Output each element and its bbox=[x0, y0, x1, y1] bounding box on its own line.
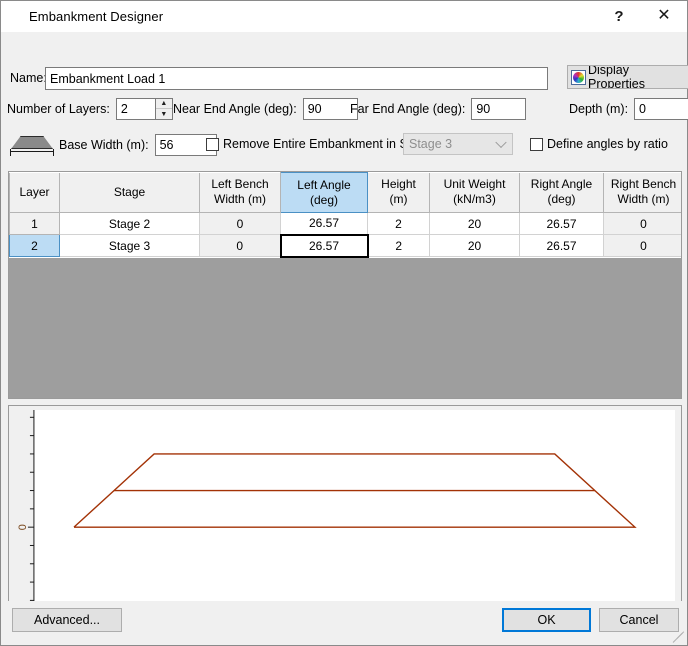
name-input[interactable] bbox=[45, 67, 548, 90]
close-button[interactable]: ✕ bbox=[641, 1, 687, 31]
table-cell-left_angle[interactable]: 26.57 bbox=[281, 235, 368, 257]
display-properties-label: Display Properties bbox=[588, 65, 688, 89]
title-bar: Embankment Designer ? ✕ bbox=[1, 1, 687, 32]
cancel-button[interactable]: Cancel bbox=[599, 608, 679, 632]
name-label: Name: bbox=[10, 71, 47, 85]
table-header-cell[interactable]: Right BenchWidth (m) bbox=[604, 173, 683, 213]
table-body: 1Stage 2026.5722026.5702Stage 3026.57220… bbox=[10, 213, 683, 257]
far-end-angle-group: Far End Angle (deg): bbox=[350, 98, 526, 120]
depth-label: Depth (m): bbox=[569, 102, 628, 116]
y-tick-label: 0 bbox=[17, 524, 29, 530]
ok-button[interactable]: OK bbox=[502, 608, 591, 632]
define-ratio-checkbox[interactable] bbox=[530, 138, 543, 151]
color-wheel-icon bbox=[571, 70, 586, 85]
table-header-cell[interactable]: Stage bbox=[60, 173, 200, 213]
layers-table-container[interactable]: LayerStageLeft BenchWidth (m)Left Angle(… bbox=[8, 171, 682, 399]
help-button[interactable]: ? bbox=[597, 1, 641, 31]
depth-group: Depth (m): bbox=[569, 98, 688, 120]
close-icon: ✕ bbox=[657, 8, 670, 24]
number-of-layers-stepper[interactable]: ▲ ▼ bbox=[116, 98, 173, 120]
layers-table: LayerStageLeft BenchWidth (m)Left Angle(… bbox=[9, 172, 682, 258]
table-cell-unit_weight[interactable]: 20 bbox=[430, 213, 520, 235]
stepper-buttons[interactable]: ▲ ▼ bbox=[156, 98, 173, 120]
far-end-angle-label: Far End Angle (deg): bbox=[350, 102, 465, 116]
remove-embankment-checkbox[interactable] bbox=[206, 138, 219, 151]
stage-dropdown[interactable]: Stage 3 bbox=[403, 133, 513, 155]
table-cell-stage[interactable]: Stage 3 bbox=[60, 235, 200, 257]
table-header-cell[interactable]: Right Angle(deg) bbox=[520, 173, 604, 213]
table-header-cell[interactable]: Left Angle(deg) bbox=[281, 173, 368, 213]
embankment-profile-chart: -30-20-1001020300 bbox=[9, 406, 681, 633]
table-cell-layer[interactable]: 2 bbox=[10, 235, 60, 257]
depth-input[interactable] bbox=[634, 98, 688, 120]
embankment-preview-plot[interactable]: -30-20-1001020300 bbox=[8, 405, 682, 633]
define-ratio-label: Define angles by ratio bbox=[547, 137, 668, 151]
table-cell-right_angle[interactable]: 26.57 bbox=[520, 213, 604, 235]
table-header-row: LayerStageLeft BenchWidth (m)Left Angle(… bbox=[10, 173, 683, 213]
embankment-designer-window: Embankment Designer ? ✕ Name: Display Pr… bbox=[0, 0, 688, 646]
number-of-layers-input[interactable] bbox=[116, 98, 156, 120]
table-cell-height[interactable]: 2 bbox=[368, 235, 430, 257]
table-cell-unit_weight[interactable]: 20 bbox=[430, 235, 520, 257]
define-ratio-checkbox-row[interactable]: Define angles by ratio bbox=[530, 137, 668, 151]
chevron-down-icon bbox=[495, 137, 506, 148]
table-cell-right_bench_width[interactable]: 0 bbox=[604, 235, 683, 257]
table-cell-left_bench_width[interactable]: 0 bbox=[200, 213, 281, 235]
number-of-layers-group: Number of Layers: ▲ ▼ bbox=[7, 98, 173, 120]
dialog-body: Name: Display Properties Number of Layer… bbox=[1, 32, 687, 601]
base-width-label: Base Width (m): bbox=[59, 138, 149, 152]
stage-dropdown-value: Stage 3 bbox=[409, 137, 452, 151]
window-title: Embankment Designer bbox=[29, 9, 163, 24]
table-cell-layer[interactable]: 1 bbox=[10, 213, 60, 235]
stepper-up-icon[interactable]: ▲ bbox=[156, 99, 172, 109]
table-cell-right_bench_width[interactable]: 0 bbox=[604, 213, 683, 235]
dialog-footer: Advanced... OK Cancel bbox=[1, 601, 687, 645]
table-cell-stage[interactable]: Stage 2 bbox=[60, 213, 200, 235]
table-cell-left_bench_width[interactable]: 0 bbox=[200, 235, 281, 257]
table-header-cell[interactable]: Layer bbox=[10, 173, 60, 213]
resize-grip[interactable] bbox=[672, 631, 685, 644]
table-empty-area bbox=[9, 258, 681, 400]
base-width-group: Base Width (m): bbox=[9, 134, 217, 156]
advanced-button[interactable]: Advanced... bbox=[12, 608, 122, 632]
table-header-cell[interactable]: Left BenchWidth (m) bbox=[200, 173, 281, 213]
table-cell-left_angle[interactable]: 26.57 bbox=[281, 213, 368, 235]
table-row[interactable]: 1Stage 2026.5722026.570 bbox=[10, 213, 683, 235]
embankment-shape-icon bbox=[9, 135, 55, 155]
remove-embankment-checkbox-row[interactable]: Remove Entire Embankment in Stage bbox=[206, 137, 432, 151]
table-header-cell[interactable]: Unit Weight(kN/m3) bbox=[430, 173, 520, 213]
table-cell-height[interactable]: 2 bbox=[368, 213, 430, 235]
table-cell-right_angle[interactable]: 26.57 bbox=[520, 235, 604, 257]
stepper-down-icon[interactable]: ▼ bbox=[156, 109, 172, 119]
number-of-layers-label: Number of Layers: bbox=[7, 102, 110, 116]
remove-embankment-label: Remove Entire Embankment in Stage bbox=[223, 137, 432, 151]
display-properties-button[interactable]: Display Properties bbox=[567, 65, 688, 89]
plot-background bbox=[34, 410, 675, 611]
far-end-angle-input[interactable] bbox=[471, 98, 526, 120]
name-label-row: Name: bbox=[10, 71, 47, 85]
table-header-cell[interactable]: Height(m) bbox=[368, 173, 430, 213]
table-row[interactable]: 2Stage 3026.5722026.570 bbox=[10, 235, 683, 257]
stage-combo-wrap[interactable]: Stage 3 bbox=[403, 133, 513, 155]
near-end-angle-label: Near End Angle (deg): bbox=[173, 102, 297, 116]
near-end-angle-group: Near End Angle (deg): bbox=[173, 98, 358, 120]
question-mark-icon: ? bbox=[614, 9, 623, 24]
